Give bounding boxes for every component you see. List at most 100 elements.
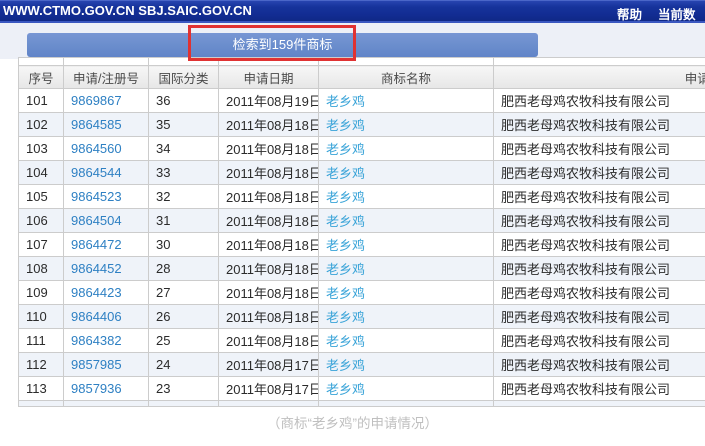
application-number-link[interactable]: 9864523: [71, 189, 122, 204]
application-number-cell: 9869867: [64, 89, 149, 113]
trademark-name-cell: 老乡鸡: [319, 209, 494, 233]
trademark-name-cell: 老乡鸡: [319, 377, 494, 401]
application-number-cell: 9864382: [64, 329, 149, 353]
seq-cell: 102: [19, 113, 64, 137]
application-number-cell: 9864472: [64, 233, 149, 257]
trademark-name-link[interactable]: 老乡鸡: [326, 142, 365, 157]
class-cell: 25: [149, 329, 219, 353]
class-cell: 24: [149, 353, 219, 377]
application-number-cell: 9864560: [64, 137, 149, 161]
figure-caption: （商标“老乡鸡”的申请情况）: [0, 412, 705, 432]
seq-cell: 108: [19, 257, 64, 281]
application-number-cell: 9864523: [64, 185, 149, 209]
trademark-name-cell: 老乡鸡: [319, 329, 494, 353]
application-number-link[interactable]: 9864504: [71, 213, 122, 228]
table-row: 1049864544332011年08月18日老乡鸡肥西老母鸡农牧科技有限公司: [19, 161, 705, 185]
application-number-link[interactable]: 9864544: [71, 165, 122, 180]
trademark-name-link[interactable]: 老乡鸡: [326, 310, 365, 325]
applicant-cell: 肥西老母鸡农牧科技有限公司: [494, 257, 705, 281]
application-number-link[interactable]: 9864406: [71, 309, 122, 324]
current-data-link[interactable]: 当前数: [658, 4, 696, 23]
application-number-link[interactable]: 9869867: [71, 93, 122, 108]
application-number-cell: 9864585: [64, 113, 149, 137]
trademark-name-link[interactable]: 老乡鸡: [326, 190, 365, 205]
column-header-application-number-cell: 申请/注册号: [64, 66, 149, 89]
application-number-cell: 9857985: [64, 353, 149, 377]
trademark-name-link[interactable]: 老乡鸡: [326, 286, 365, 301]
date-cell: 2011年08月18日: [219, 329, 319, 353]
column-header-applicant-cell: 申请人: [494, 66, 705, 89]
trademark-name-cell: 老乡鸡: [319, 257, 494, 281]
applicant-cell: 肥西老母鸡农牧科技有限公司: [494, 353, 705, 377]
application-number-link[interactable]: 9864472: [71, 237, 122, 252]
trademark-name-link[interactable]: 老乡鸡: [326, 358, 365, 373]
applicant-cell: 肥西老母鸡农牧科技有限公司: [494, 233, 705, 257]
trademark-name-link[interactable]: 老乡鸡: [326, 118, 365, 133]
applicant-cell: 肥西老母鸡农牧科技有限公司: [494, 137, 705, 161]
trademark-name-link[interactable]: 老乡鸡: [326, 94, 365, 109]
seq-cell: 110: [19, 305, 64, 329]
table-row: 1039864560342011年08月18日老乡鸡肥西老母鸡农牧科技有限公司: [19, 137, 705, 161]
date-cell: 2011年08月18日: [219, 233, 319, 257]
trademark-name-link[interactable]: 老乡鸡: [326, 166, 365, 181]
table-row: 1029864585352011年08月18日老乡鸡肥西老母鸡农牧科技有限公司: [19, 113, 705, 137]
class-cell: 34: [149, 137, 219, 161]
trademark-name-cell: 老乡鸡: [319, 89, 494, 113]
table-row: 111 9864382 252011年08月18日老乡鸡 肥西老母鸡农牧科技有限公司: [19, 329, 705, 353]
applicant-cell: 肥西老母鸡农牧科技有限公司: [494, 209, 705, 233]
applicant-cell: 肥西老母鸡农牧科技有限公司: [494, 329, 705, 353]
table-row: 1109864406262011年08月18日老乡鸡肥西老母鸡农牧科技有限公司: [19, 305, 705, 329]
application-number-link[interactable]: 9864585: [71, 117, 122, 132]
application-number-link[interactable]: 9864382: [71, 333, 122, 348]
column-header-trademark-name-cell: 商标名称: [319, 66, 494, 89]
applicant-cell: 肥西老母鸡农牧科技有限公司: [494, 305, 705, 329]
table-header-row: 序号申请/注册号国际分类申请日期商标名称申请人: [19, 66, 705, 89]
applicant-cell: 肥西老母鸡农牧科技有限公司: [494, 161, 705, 185]
applicant-cell: 肥西老母鸡农牧科技有限公司: [494, 185, 705, 209]
application-number-link[interactable]: 9864452: [71, 261, 122, 276]
seq-cell: 104: [19, 161, 64, 185]
date-cell: 2011年08月17日: [219, 377, 319, 401]
trademark-name-cell: 老乡鸡: [319, 185, 494, 209]
application-number-link[interactable]: 9857936: [71, 381, 122, 396]
class-cell: 33: [149, 161, 219, 185]
date-cell: 2011年08月18日: [219, 281, 319, 305]
trademark-name-cell: 老乡鸡: [319, 281, 494, 305]
trademark-name-link[interactable]: 老乡鸡: [326, 262, 365, 277]
column-header-seq-cell: 序号: [19, 66, 64, 89]
trademark-name-link[interactable]: 老乡鸡: [326, 334, 365, 349]
application-number-link[interactable]: 9864423: [71, 285, 122, 300]
trademark-name-link[interactable]: 老乡鸡: [326, 214, 365, 229]
date-cell: 2011年08月18日: [219, 113, 319, 137]
date-cell: 2011年08月18日: [219, 137, 319, 161]
table-row: 1129857985242011年08月17日老乡鸡肥西老母鸡农牧科技有限公司: [19, 353, 705, 377]
trademark-name-cell: 老乡鸡: [319, 113, 494, 137]
class-cell: 31: [149, 209, 219, 233]
class-cell: 35: [149, 113, 219, 137]
column-header-date-cell: 申请日期: [219, 66, 319, 89]
seq-cell: 111: [19, 329, 64, 353]
application-number-cell: 9864544: [64, 161, 149, 185]
applicant-cell: 肥西老母鸡农牧科技有限公司: [494, 281, 705, 305]
annotation-red-rectangle: [188, 25, 356, 61]
column-header-class-cell: 国际分类: [149, 66, 219, 89]
trademark-results-table-wrapper: 序号申请/注册号国际分类申请日期商标名称申请人1019869867362011年…: [18, 57, 705, 407]
help-link[interactable]: 帮助: [617, 4, 642, 23]
trademark-name-cell: 老乡鸡: [319, 161, 494, 185]
trademark-name-cell: 老乡鸡: [319, 305, 494, 329]
trademark-name-link[interactable]: 老乡鸡: [326, 238, 365, 253]
application-number-link[interactable]: 9857985: [71, 357, 122, 372]
date-cell: 2011年08月19日: [219, 89, 319, 113]
table-row: 106 9864504 312011年08月18日老乡鸡 肥西老母鸡农牧科技有限公司: [19, 209, 705, 233]
application-number-cell: 9864504: [64, 209, 149, 233]
application-number-link[interactable]: 9864560: [71, 141, 122, 156]
application-number-cell: 9857936: [64, 377, 149, 401]
trademark-name-cell: 老乡鸡: [319, 137, 494, 161]
applicant-cell: 肥西老母鸡农牧科技有限公司: [494, 377, 705, 401]
class-cell: 32: [149, 185, 219, 209]
trademark-name-link[interactable]: 老乡鸡: [326, 382, 365, 397]
table-row: 1099864423272011年08月18日老乡鸡肥西老母鸡农牧科技有限公司: [19, 281, 705, 305]
seq-cell: 106: [19, 209, 64, 233]
class-cell: 28: [149, 257, 219, 281]
date-cell: 2011年08月18日: [219, 209, 319, 233]
